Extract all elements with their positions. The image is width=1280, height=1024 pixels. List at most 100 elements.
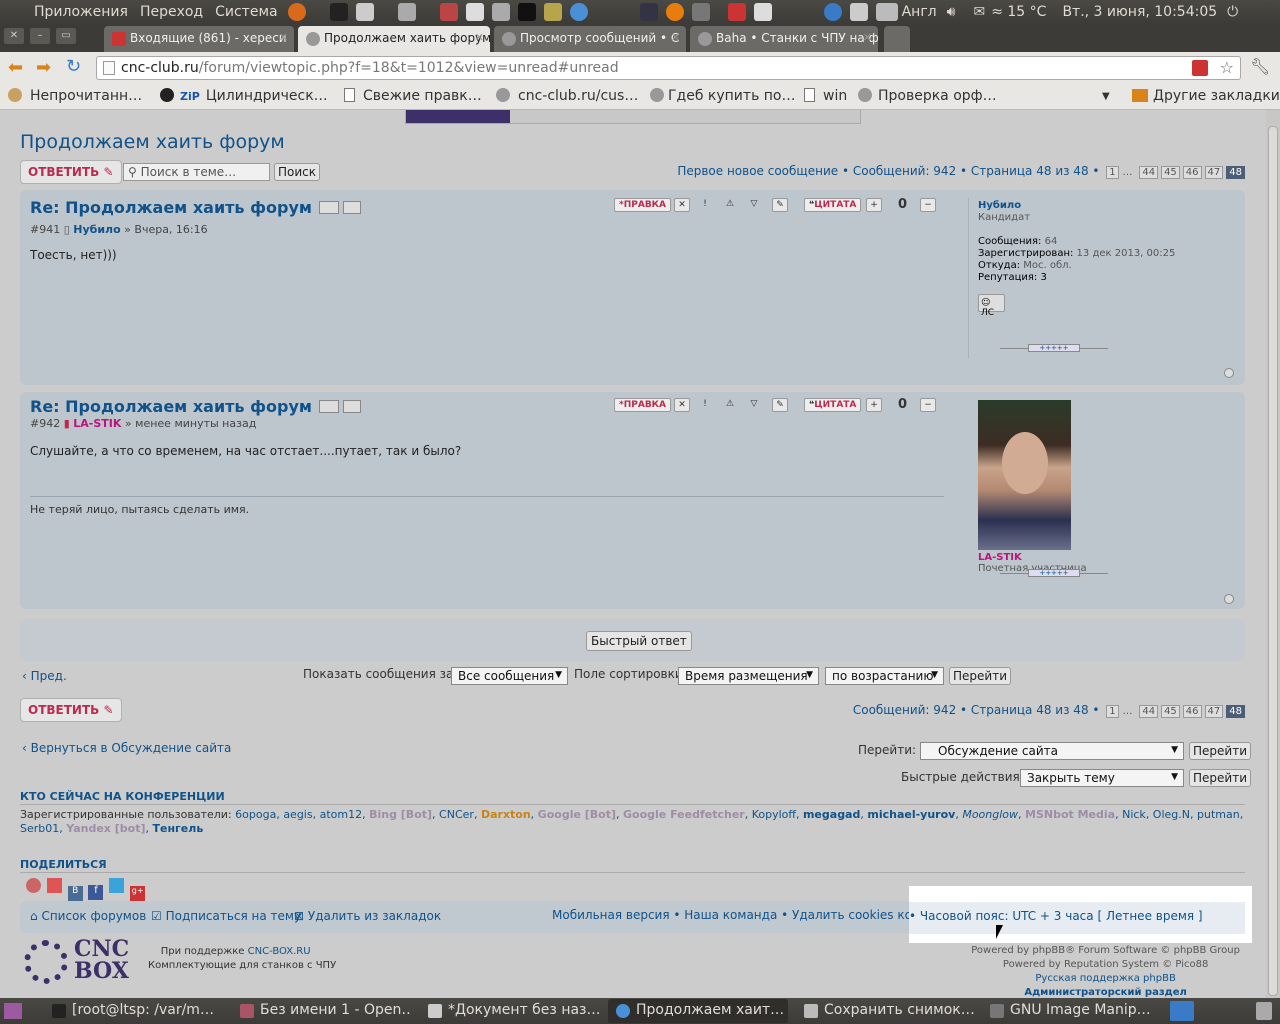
user-link[interactable]: Yandex [bot]: [66, 822, 145, 835]
tab-gmail[interactable]: Входящие (861) - хереси ✕: [104, 26, 294, 52]
quick-actions-go-button[interactable]: Перейти: [1189, 769, 1251, 787]
sketchup-icon[interactable]: [727, 3, 746, 21]
show-select[interactable]: Все сообщения ▼: [451, 667, 568, 685]
bookmark-item[interactable]: ZiP Цилиндрическ…: [160, 88, 328, 104]
user-icon[interactable]: [342, 400, 361, 413]
post-subject-text[interactable]: Re: Продолжаем хаить форум: [30, 198, 312, 217]
bookmark-item[interactable]: Гдеб купить по…: [650, 88, 795, 104]
network-icon[interactable]: [823, 3, 842, 21]
support-link[interactable]: CNC-BOX.RU: [248, 946, 311, 957]
post-number[interactable]: #942: [30, 417, 60, 430]
profile-rep[interactable]: 3: [1040, 272, 1046, 283]
russian-support-link[interactable]: Русская поддержка phpBB: [1035, 973, 1175, 984]
bookmark-star-icon[interactable]: ☆: [1220, 58, 1234, 77]
jump-select[interactable]: Обсуждение сайта ▼: [920, 742, 1184, 760]
user-link[interactable]: Nick: [1122, 808, 1146, 821]
tab-messages[interactable]: Просмотр сообщений • С ✕: [494, 26, 686, 52]
user-link[interactable]: Darxton: [481, 808, 531, 821]
inkscape-icon[interactable]: [397, 3, 416, 21]
page-link[interactable]: 47: [1204, 705, 1224, 718]
topic-title[interactable]: Продолжаем хаить форум: [20, 131, 285, 153]
bookmarks-overflow-icon[interactable]: ▼: [1102, 91, 1110, 102]
reload-icon[interactable]: ↻: [66, 56, 81, 77]
facebook-icon[interactable]: f: [88, 885, 104, 900]
delete-icon[interactable]: ✕: [674, 398, 690, 412]
close-tab-icon[interactable]: ✕: [863, 31, 872, 44]
user-link[interactable]: CNCer: [439, 808, 474, 821]
address-bar[interactable]: cnc-club.ru/forum/viewtopic.php?f=18&t=1…: [96, 56, 1241, 80]
bookmark-item[interactable]: win: [804, 88, 847, 104]
vk-icon[interactable]: В: [67, 886, 83, 901]
reply-button[interactable]: ОТВЕТИТЬ ✎: [20, 160, 122, 184]
pm-button[interactable]: ☺ЛС: [978, 294, 1005, 318]
page-link[interactable]: 45: [1161, 166, 1180, 179]
rate-down-icon[interactable]: −: [920, 398, 936, 412]
info-icon[interactable]: ▽: [746, 198, 762, 212]
page-link[interactable]: 44: [1139, 166, 1159, 179]
keyboard-icon[interactable]: [875, 3, 898, 21]
page-link[interactable]: 45: [1161, 705, 1180, 718]
trash-icon[interactable]: [1256, 1002, 1272, 1020]
team-link[interactable]: Наша команда: [684, 908, 777, 922]
back-icon[interactable]: ⬅: [8, 57, 23, 78]
task-screenshot[interactable]: Сохранить снимок…: [796, 999, 976, 1023]
calculator-icon[interactable]: [465, 3, 484, 21]
info-icon[interactable]: ▽: [746, 398, 762, 412]
subscribe-link[interactable]: ☑ Подписаться на тему: [151, 909, 301, 923]
rate-up-icon[interactable]: +: [866, 198, 882, 212]
back-to-top-icon[interactable]: [1224, 594, 1234, 604]
pagination-info[interactable]: Первое новое сообщение • Сообщений: 942 …: [677, 164, 1099, 178]
search-box[interactable]: ⚲ Поиск в теме…: [123, 163, 270, 181]
warn-icon[interactable]: ⚠: [722, 398, 738, 412]
task-terminal[interactable]: [root@ltsp: /var/m…: [44, 999, 224, 1023]
user-link[interactable]: putman: [1197, 808, 1240, 821]
close-tab-icon[interactable]: ✕: [475, 31, 484, 44]
terminal-icon[interactable]: [329, 3, 348, 21]
user-link[interactable]: atom12: [320, 808, 363, 821]
powered-reputation[interactable]: Powered by Reputation System © Pico88: [1003, 959, 1208, 970]
post-subject-text[interactable]: Re: Продолжаем хаить форум: [30, 397, 312, 416]
profile-posts[interactable]: 64: [1045, 236, 1058, 247]
back-to-forum-link[interactable]: ‹ Вернуться в Обсуждение сайта: [22, 741, 231, 755]
profile-name[interactable]: Нубило: [978, 200, 1021, 211]
profile-name[interactable]: LA-STIK: [978, 552, 1022, 563]
forum-index-link[interactable]: ⌂ Список форумов: [30, 909, 146, 923]
weather[interactable]: ≈ 15 °C: [991, 4, 1046, 20]
user-link[interactable]: Serb01: [20, 822, 59, 835]
task-text-editor[interactable]: *Документ без наз…: [420, 999, 600, 1023]
post-author[interactable]: Нубило: [73, 223, 120, 236]
tab-baha[interactable]: Baha • Станки с ЧПУ на ф ✕: [690, 26, 878, 52]
user-link[interactable]: Google Feedfetcher: [623, 808, 745, 821]
post-author[interactable]: LA-STIK: [73, 417, 121, 430]
gimp-icon[interactable]: [691, 3, 710, 21]
prev-link[interactable]: ‹ Пред.: [22, 669, 67, 683]
scrollbar-thumb[interactable]: [1268, 126, 1278, 996]
chart-icon[interactable]: [543, 3, 562, 21]
wrench-icon[interactable]: 🔧︎: [1250, 57, 1270, 76]
user-icon[interactable]: [342, 201, 361, 214]
keyboard-layout[interactable]: Англ: [902, 4, 937, 20]
sort-select[interactable]: Время размещения ▼: [678, 667, 819, 685]
close-tab-icon[interactable]: ✕: [671, 31, 680, 44]
twitter-icon[interactable]: [109, 878, 125, 893]
search-button[interactable]: Поиск: [274, 163, 321, 181]
cnc-box-logo[interactable]: CNC BOX: [24, 938, 138, 984]
blender-icon[interactable]: [665, 3, 684, 21]
filter-go-button[interactable]: Перейти: [949, 667, 1011, 685]
user-link[interactable]: Moonglow: [962, 808, 1018, 821]
link-icon[interactable]: [318, 201, 339, 214]
report-icon[interactable]: !: [697, 198, 713, 212]
user-link[interactable]: Google [Bot]: [538, 808, 616, 821]
user-link[interactable]: MSNbot Media: [1025, 808, 1115, 821]
chrome-icon[interactable]: [569, 3, 588, 21]
mail-icon[interactable]: ✉: [973, 4, 985, 20]
minimize-window-button[interactable]: –: [30, 28, 50, 44]
other-bookmarks[interactable]: Другие закладки: [1132, 88, 1280, 104]
bookmark-item[interactable]: Проверка орф…: [858, 88, 997, 104]
post-number[interactable]: #941: [30, 223, 60, 236]
warn-icon[interactable]: ⚠: [722, 198, 738, 212]
mobile-version-link[interactable]: Мобильная версия: [552, 908, 670, 922]
text-editor-icon[interactable]: [355, 3, 374, 21]
page-link[interactable]: 47: [1204, 166, 1224, 179]
tab-forum[interactable]: Продолжаем хаить форум ✕: [298, 26, 490, 52]
